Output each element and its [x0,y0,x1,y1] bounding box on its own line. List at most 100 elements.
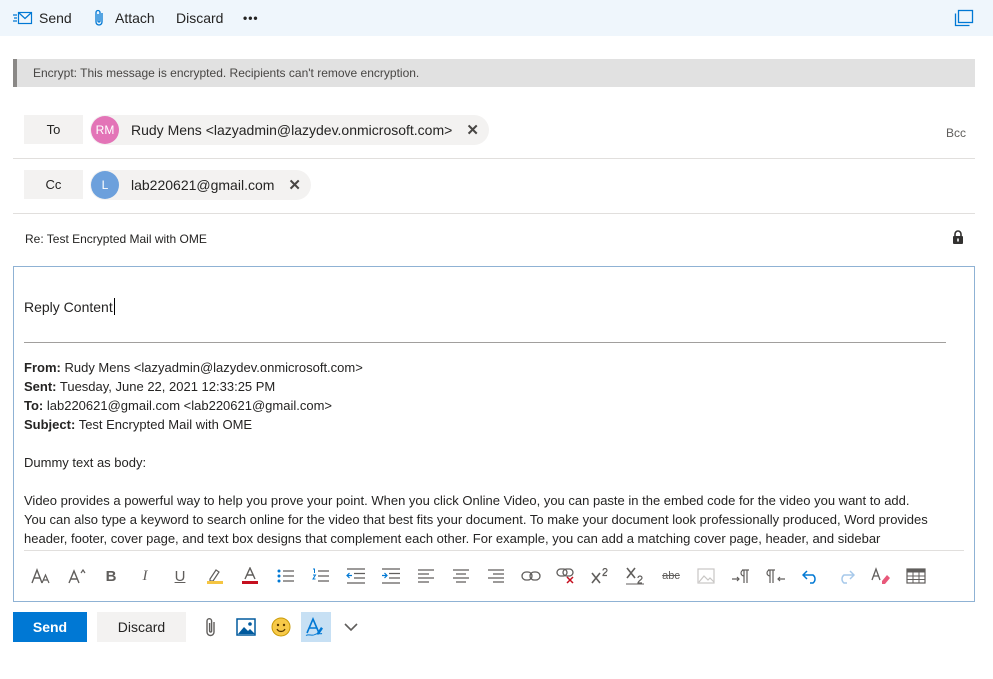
subscript-icon[interactable] [623,563,649,589]
quoted-sent-line: Sent: Tuesday, June 22, 2021 12:33:25 PM [24,377,964,396]
text-cursor [113,298,115,315]
attach-command[interactable]: Attach [94,0,155,36]
bcc-button[interactable]: Bcc [946,126,966,140]
remove-link-icon[interactable] [553,563,579,589]
send-command-label: Send [39,10,72,26]
send-icon [13,11,33,25]
bold-button[interactable]: B [98,563,124,589]
quoted-subject-value: Test Encrypted Mail with OME [78,417,253,432]
italic-icon: I [142,567,148,584]
italic-button[interactable]: I [132,563,158,589]
quoted-intro: Dummy text as body: [24,455,147,470]
decrease-indent-icon[interactable] [343,563,369,589]
quoted-to-line: To: lab220621@gmail.com <lab220621@gmail… [24,396,964,415]
quoted-message: From: Rudy Mens <lazyadmin@lazydev.onmic… [24,358,964,548]
paperclip-icon [94,9,106,27]
cc-recipient-pill[interactable]: L lab220621@gmail.com ✕ [90,170,311,200]
picture-icon [236,618,256,636]
align-right-icon[interactable] [483,563,509,589]
highlight-icon[interactable] [202,563,228,589]
to-button[interactable]: To [24,115,83,144]
to-recipient-pill[interactable]: RM Rudy Mens <lazyadmin@lazydev.onmicros… [90,115,489,145]
subject-field[interactable]: Re: Test Encrypted Mail with OME [13,214,975,264]
discard-command[interactable]: Discard [176,0,223,36]
ltr-paragraph-icon[interactable] [728,563,754,589]
more-actions-button[interactable] [336,612,366,642]
bold-icon: B [105,567,117,585]
align-center-icon[interactable] [448,563,474,589]
attach-command-label: Attach [115,10,155,26]
paperclip-icon [205,617,217,637]
reply-text: Reply Content [24,299,113,315]
font-color-icon[interactable] [237,563,263,589]
quoted-paragraph-line: Video provides a powerful way to help yo… [24,493,910,508]
encryption-banner: Encrypt: This message is encrypted. Reci… [13,59,975,87]
quoted-paragraph-line: You can also type a keyword to search on… [24,512,928,527]
discard-button-label: Discard [117,619,166,635]
send-command[interactable]: Send [13,0,72,36]
underline-icon: U [174,567,186,585]
formatting-options-button[interactable] [301,612,331,642]
strikethrough-icon: abc [662,570,680,582]
emoji-icon [271,617,291,637]
avatar: RM [91,116,119,144]
quoted-subject-line: Subject: Test Encrypted Mail with OME [24,415,964,434]
increase-indent-icon[interactable] [378,563,404,589]
recipient-name: Rudy Mens <lazyadmin@lazydev.onmicrosoft… [131,122,453,138]
font-icon[interactable] [28,563,54,589]
quoted-to-value: lab220621@gmail.com <lab220621@gmail.com… [46,398,332,413]
font-size-icon[interactable] [64,563,90,589]
superscript-icon[interactable] [588,563,614,589]
pop-out-icon [954,9,974,27]
quoted-paragraph-line: header, footer, cover page, and text box… [24,531,881,546]
lock-icon [952,230,964,244]
remove-recipient-icon[interactable]: ✕ [466,121,479,139]
cc-button[interactable]: Cc [24,170,83,199]
underline-button[interactable]: U [167,563,193,589]
insert-picture-button[interactable] [231,612,261,642]
quoted-from-label: From: [24,360,61,375]
remove-recipient-icon[interactable]: ✕ [288,176,301,194]
format-toolbar-divider [24,550,964,551]
insert-table-icon[interactable] [903,563,929,589]
strikethrough-button[interactable]: abc [658,563,684,589]
reply-content[interactable]: Reply Content [24,298,115,315]
chevron-down-icon [344,622,358,632]
redo-icon[interactable] [833,563,859,589]
send-button[interactable]: Send [13,612,87,642]
numbering-icon[interactable] [308,563,334,589]
quoted-to-label: To: [24,398,44,413]
avatar-initials: RM [95,123,115,137]
avatar-initials: L [101,178,109,192]
quoted-from-value: Rudy Mens <lazyadmin@lazydev.onmicrosoft… [64,360,363,375]
more-options-button[interactable]: ••• [243,0,259,36]
message-body-editor[interactable]: Reply Content From: Rudy Mens <lazyadmin… [13,266,975,602]
align-left-icon[interactable] [413,563,439,589]
to-row: To RM Rudy Mens <lazyadmin@lazydev.onmic… [13,104,975,159]
discard-command-label: Discard [176,10,224,26]
emoji-button[interactable] [266,612,296,642]
discard-button[interactable]: Discard [97,612,186,642]
cc-row: Cc L lab220621@gmail.com ✕ [13,159,975,214]
insert-link-icon[interactable] [518,563,544,589]
command-bar: Send Attach Discard ••• [0,0,993,36]
quoted-subject-label: Subject: [24,417,76,432]
format-text-icon [305,617,327,637]
avatar: L [91,171,119,199]
clear-formatting-icon[interactable] [868,563,894,589]
bullets-icon[interactable] [273,563,299,589]
more-icon: ••• [243,11,259,25]
quoted-divider [24,342,946,343]
send-button-label: Send [32,619,68,635]
quoted-sent-value: Tuesday, June 22, 2021 12:33:25 PM [59,379,276,394]
encryption-banner-text: Encrypt: This message is encrypted. Reci… [33,66,420,80]
pop-out-button[interactable] [954,0,974,36]
undo-icon[interactable] [798,563,824,589]
quoted-from-line: From: Rudy Mens <lazyadmin@lazydev.onmic… [24,358,964,377]
format-toolbar: B I U abc [28,563,958,589]
cc-button-label: Cc [45,177,62,192]
insert-image-inline-icon[interactable] [693,563,719,589]
quoted-sent-label: Sent: [24,379,57,394]
attach-button[interactable] [196,612,226,642]
rtl-paragraph-icon[interactable] [763,563,789,589]
